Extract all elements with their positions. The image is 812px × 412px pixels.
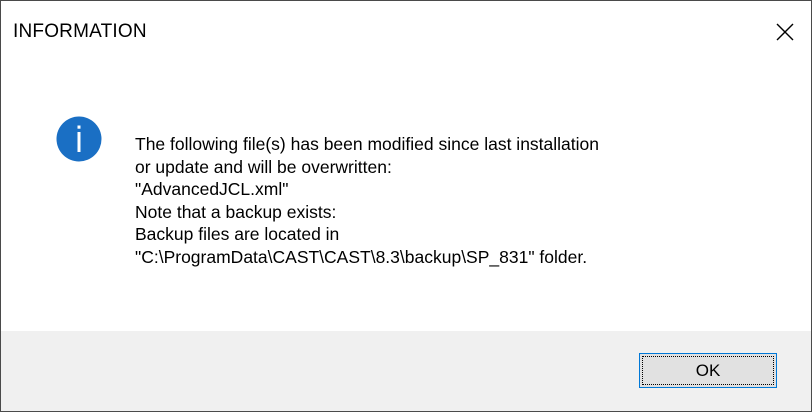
dialog-footer: OK — [1, 331, 811, 411]
message-line: "AdvancedJCL.xml" — [135, 179, 289, 200]
close-icon — [776, 23, 794, 41]
close-button[interactable] — [759, 1, 811, 63]
info-icon — [56, 116, 102, 162]
dialog-content: The following file(s) has been modified … — [1, 63, 811, 331]
dialog-titlebar: INFORMATION — [1, 1, 811, 63]
dialog-title: INFORMATION — [13, 21, 147, 42]
ok-button[interactable]: OK — [639, 353, 777, 388]
message-text: The following file(s) has been modified … — [135, 133, 795, 269]
message-line: or update and will be overwritten: — [135, 156, 392, 177]
message-line: Backup files are located in — [135, 224, 340, 245]
information-dialog: INFORMATION The following file(s) has be… — [0, 0, 812, 412]
message-line: "C:\ProgramData\CAST\CAST\8.3\backup\SP_… — [135, 246, 588, 267]
message-line: Note that a backup exists: — [135, 201, 337, 222]
message-line: The following file(s) has been modified … — [135, 134, 599, 154]
